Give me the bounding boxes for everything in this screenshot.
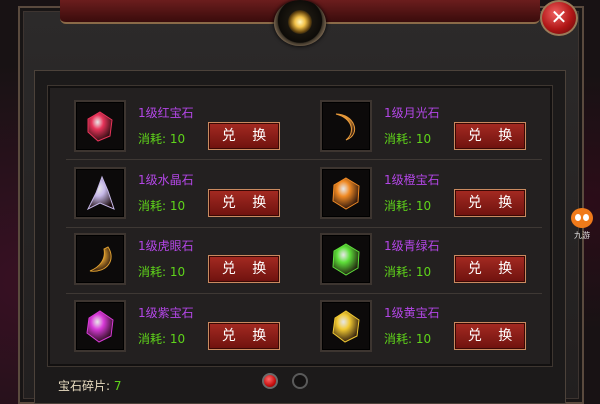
gem-cost: 消耗: 10 (384, 265, 432, 279)
gem-cost: 消耗: 10 (384, 332, 432, 346)
exchange-button[interactable]: 兑 换 (454, 255, 526, 283)
tigers-eye-icon (74, 233, 126, 285)
gem-fragments-value: 7 (113, 379, 122, 393)
mascot-label: 九游 (574, 231, 590, 240)
gem-fragments-counter: 宝石碎片: 7 (58, 377, 122, 394)
gem-name: 1级橙宝石 (384, 173, 440, 187)
gem-item: 1级红宝石消耗: 10 兑 换 (74, 100, 294, 160)
page-dot-1[interactable] (262, 373, 278, 389)
mascot-icon[interactable]: 九游 (570, 208, 594, 242)
exchange-button[interactable]: 兑 换 (208, 189, 280, 217)
gem-name: 1级紫宝石 (138, 306, 194, 320)
gem-name: 1级青绿石 (384, 239, 440, 253)
gem-item: 1级黄宝石消耗: 10 兑 换 (320, 300, 540, 360)
exchange-button[interactable]: 兑 换 (208, 122, 280, 150)
gem-item: 1级橙宝石消耗: 10 兑 换 (320, 167, 540, 227)
gem-cost: 消耗: 10 (384, 199, 432, 213)
row-divider (66, 227, 542, 228)
gem-cost: 消耗: 10 (138, 199, 186, 213)
gem-item: 1级虎眼石消耗: 10 兑 换 (74, 233, 294, 293)
moonstone-icon (320, 100, 372, 152)
medallion-icon (274, 0, 326, 46)
red-gem-icon (74, 100, 126, 152)
gem-name: 1级红宝石 (138, 106, 194, 120)
purple-gem-icon (74, 300, 126, 352)
gem-fragments-label: 宝石碎片: (58, 379, 114, 393)
gem-item: 1级月光石消耗: 10 兑 换 (320, 100, 540, 160)
orange-gem-icon (320, 167, 372, 219)
gem-item: 1级紫宝石消耗: 10 兑 换 (74, 300, 294, 360)
exchange-button[interactable]: 兑 换 (454, 122, 526, 150)
exchange-button[interactable]: 兑 换 (454, 189, 526, 217)
crystal-icon (74, 167, 126, 219)
gem-cost: 消耗: 10 (138, 332, 186, 346)
exchange-button[interactable]: 兑 换 (208, 322, 280, 350)
gem-name: 1级月光石 (384, 106, 440, 120)
gem-cost: 消耗: 10 (138, 265, 186, 279)
gem-cost: 消耗: 10 (138, 132, 186, 146)
gem-item: 1级水晶石消耗: 10 兑 换 (74, 167, 294, 227)
gem-name: 1级虎眼石 (138, 239, 194, 253)
page-dot-2[interactable] (292, 373, 308, 389)
exchange-button[interactable]: 兑 换 (208, 255, 280, 283)
gem-cost: 消耗: 10 (384, 132, 432, 146)
gem-item: 1级青绿石消耗: 10 兑 换 (320, 233, 540, 293)
gem-name: 1级水晶石 (138, 173, 194, 187)
green-gem-icon (320, 233, 372, 285)
gem-name: 1级黄宝石 (384, 306, 440, 320)
close-button[interactable]: ✕ (540, 0, 578, 36)
row-divider (66, 293, 542, 294)
yellow-gem-icon (320, 300, 372, 352)
exchange-button[interactable]: 兑 换 (454, 322, 526, 350)
